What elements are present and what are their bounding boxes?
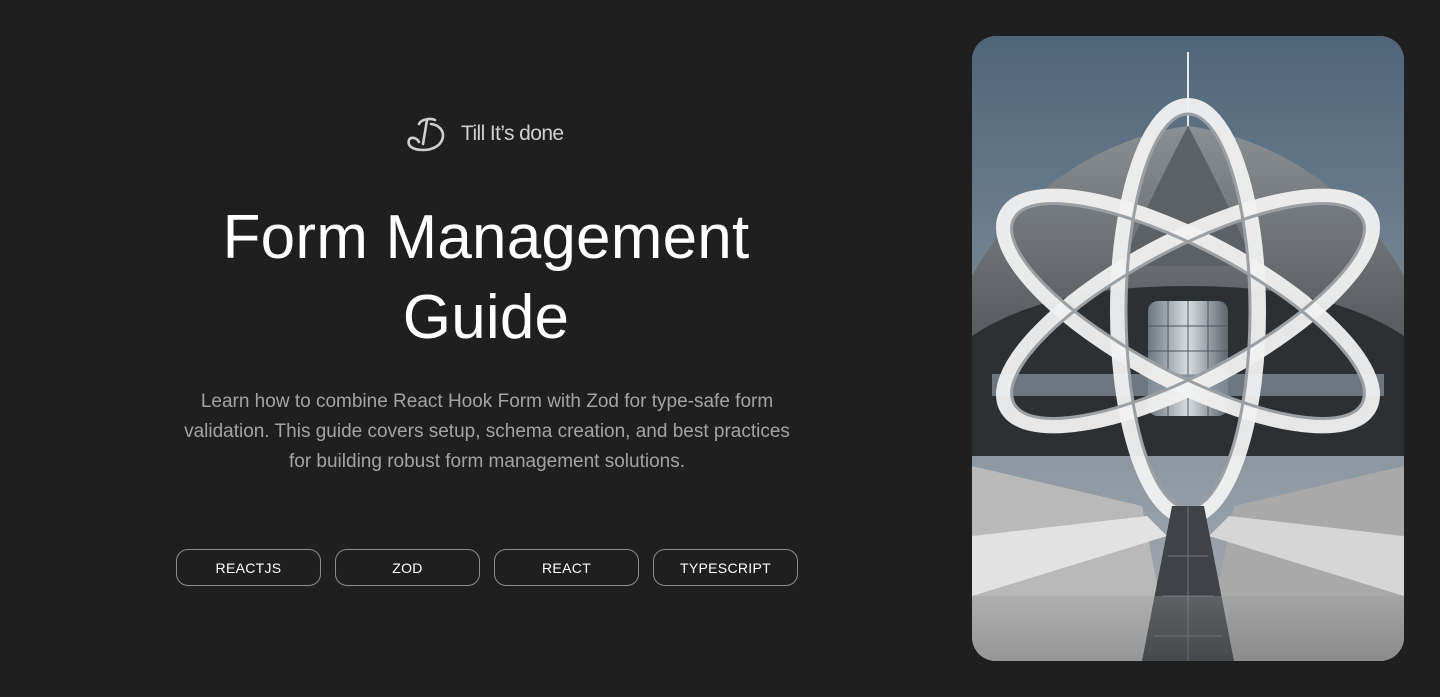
hero-image [972,36,1404,661]
tag-zod[interactable]: ZOD [335,549,480,586]
page-title: Form Management Guide [222,203,750,352]
architecture-illustration [972,36,1404,661]
tag-list: REACTJS ZOD REACT TYPESCRIPT [176,549,798,586]
tag-typescript[interactable]: TYPESCRIPT [653,549,798,586]
tag-react[interactable]: REACT [494,549,639,586]
page-description: Learn how to combine React Hook Form wit… [184,391,790,472]
td-monogram-icon [405,114,451,154]
brand-logo[interactable]: Till It’s done [405,114,564,154]
article-page: Till It’s done Form Management Guide Lea… [0,0,1440,697]
brand-name: Till It’s done [461,122,564,145]
tag-reactjs[interactable]: REACTJS [176,549,321,586]
content-column: Till It’s done Form Management Guide Lea… [160,0,812,697]
